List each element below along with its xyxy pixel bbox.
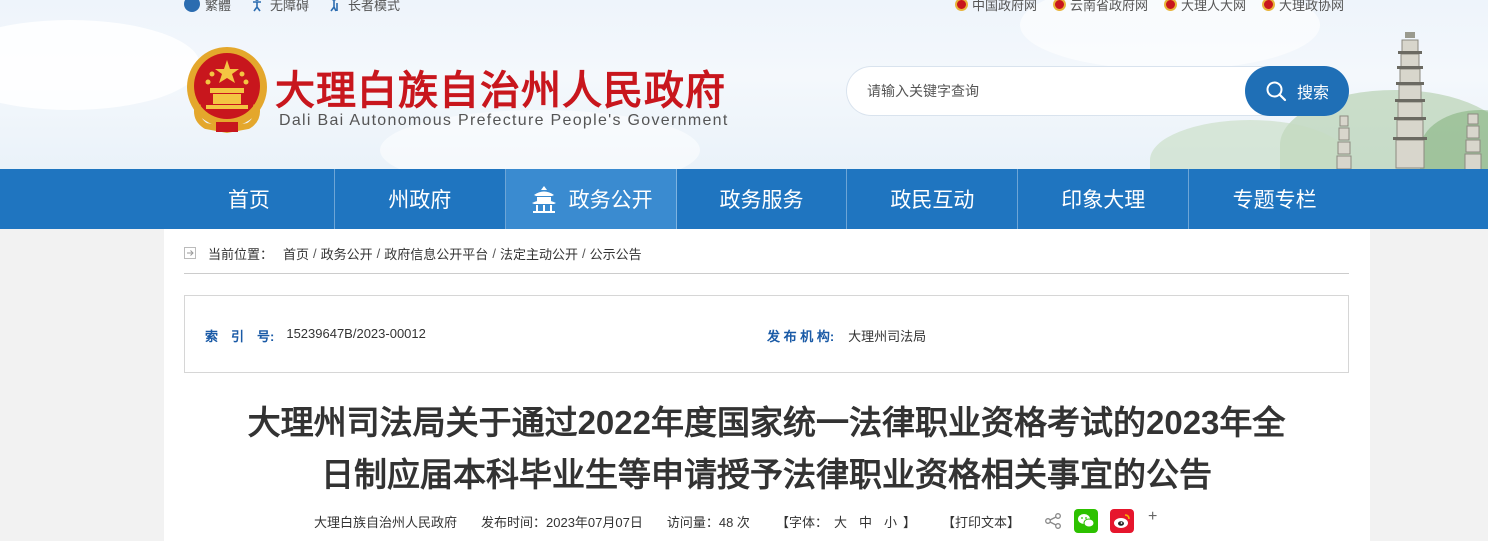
nav-item-government[interactable]: 州政府	[335, 169, 506, 229]
gov-link-dali-cppcc[interactable]: 大理政协网	[1261, 0, 1344, 14]
search-icon	[1266, 81, 1287, 102]
font-size-label: 【字体：	[775, 514, 828, 530]
globe-icon	[184, 0, 200, 12]
pavilion-icon	[531, 186, 556, 213]
index-number-row: 索 引 号: 15239647B/2023-00012	[205, 326, 426, 345]
breadcrumb: 当前位置： 首页 / 政务公开 / 政府信息公开平台 / 法定主动公开 / 公示…	[184, 243, 642, 263]
font-size-small[interactable]: 小	[884, 512, 897, 531]
article-source: 大理白族自治州人民政府	[314, 514, 458, 530]
gov-link-label: 中国政府网	[971, 0, 1037, 13]
breadcrumb-link-home[interactable]: 首页	[283, 244, 309, 263]
small-pagoda-illustration	[1464, 113, 1482, 169]
article-title-line: 大理州司法局关于通过2022年度国家统一法律职业资格考试的2023年全	[247, 404, 1286, 441]
gov-link-label: 大理人大网	[1180, 0, 1246, 13]
share-glyph	[1045, 513, 1061, 529]
print-button[interactable]: 【打印文本】	[942, 512, 1020, 531]
article-title-line: 日制应届本科毕业生等申请授予法律职业资格相关事宜的公告	[321, 456, 1212, 493]
breadcrumb-separator: /	[581, 245, 586, 261]
national-emblem-icon	[1261, 0, 1275, 11]
national-emblem-icon	[954, 0, 968, 11]
national-emblem-icon	[1163, 0, 1177, 11]
index-number-value: 15239647B/2023-00012	[286, 326, 426, 341]
site-subtitle: Dali Bai Autonomous Prefecture People's …	[279, 112, 729, 129]
gov-link-china[interactable]: 中国政府网	[954, 0, 1037, 14]
elder-mode-label: 长者模式	[348, 0, 401, 13]
gov-link-label: 大理政协网	[1278, 0, 1344, 13]
small-pagoda-illustration	[1336, 115, 1352, 169]
nav-label: 首页	[227, 189, 270, 212]
site-header: 繁體 无障碍 长者模式 中国政府网 云南省政府网 大理人大网 大理政协网 大理白…	[0, 0, 1488, 169]
traditional-chinese-label: 繁體	[205, 0, 232, 13]
publisher-row: 发 布 机 构: 大理州司法局	[767, 326, 926, 345]
nav-label: 印象大理	[1061, 189, 1146, 212]
gov-site-links: 中国政府网 云南省政府网 大理人大网 大理政协网	[954, 0, 1344, 14]
breadcrumb-link-info-platform[interactable]: 政府信息公开平台	[384, 244, 488, 263]
national-emblem-icon	[1052, 0, 1066, 11]
breadcrumb-separator: /	[376, 245, 381, 261]
nav-label: 政务公开	[568, 189, 653, 212]
publisher-value: 大理州司法局	[848, 329, 927, 344]
nav-item-interaction[interactable]: 政民互动	[847, 169, 1019, 229]
main-nav: 首页 州政府 政务公开 政务服务 政民互动 印象大理 专题专栏	[0, 169, 1488, 229]
article-title: 大理州司法局关于通过2022年度国家统一法律职业资格考试的2023年全 日制应届…	[184, 397, 1349, 501]
article-container: 当前位置： 首页 / 政务公开 / 政府信息公开平台 / 法定主动公开 / 公示…	[164, 229, 1370, 541]
article-info-bar: 大理白族自治州人民政府 发布时间：2023年07月07日 访问量：48 次 【字…	[314, 508, 1157, 533]
breadcrumb-link-gov-affairs[interactable]: 政务公开	[321, 244, 373, 263]
publish-date: 发布时间：2023年07月07日	[481, 514, 643, 530]
accessibility-icon	[253, 0, 262, 12]
divider	[184, 273, 1349, 274]
nav-label: 专题专栏	[1232, 189, 1317, 212]
breadcrumb-link-statutory[interactable]: 法定主动公开	[500, 244, 578, 263]
cloud-decoration	[0, 20, 200, 110]
search-input[interactable]	[846, 66, 1246, 116]
wechat-share-icon[interactable]	[1074, 509, 1099, 533]
location-icon	[184, 247, 196, 259]
gov-link-dali-npc[interactable]: 大理人大网	[1163, 0, 1246, 14]
elder-mode-link[interactable]: 长者模式	[327, 0, 400, 14]
nav-item-gov-services[interactable]: 政务服务	[677, 169, 848, 229]
breadcrumb-link-announcements[interactable]: 公示公告	[590, 244, 642, 263]
nav-label: 州政府	[388, 189, 452, 212]
weibo-share-icon[interactable]	[1110, 509, 1135, 533]
nav-item-home[interactable]: 首页	[164, 169, 335, 229]
nav-item-special-topics[interactable]: 专题专栏	[1189, 169, 1360, 229]
breadcrumb-label: 当前位置：	[208, 246, 274, 262]
gov-link-label: 云南省政府网	[1069, 0, 1148, 13]
gov-link-yunnan[interactable]: 云南省政府网	[1052, 0, 1148, 14]
breadcrumb-separator: /	[313, 245, 317, 261]
nav-label: 政民互动	[890, 189, 975, 212]
accessibility-link[interactable]: 无障碍	[249, 0, 309, 14]
traditional-chinese-link[interactable]: 繁體	[184, 0, 231, 14]
pagoda-illustration	[1393, 32, 1427, 169]
share-icon[interactable]	[1044, 512, 1062, 530]
search-button-label: 搜索	[1296, 85, 1329, 102]
publisher-label: 发 布 机 构:	[767, 329, 835, 344]
index-number-label: 索 引 号:	[205, 329, 275, 344]
wechat-glyph	[1078, 514, 1095, 528]
font-size-bracket: 】	[903, 514, 917, 530]
nav-item-gov-affairs-open[interactable]: 政务公开	[505, 169, 677, 229]
font-size-large[interactable]: 大	[834, 512, 847, 531]
nav-item-impression-dali[interactable]: 印象大理	[1018, 169, 1190, 229]
search-box: 搜索	[846, 66, 1349, 116]
site-title: 大理白族自治州人民政府	[275, 69, 726, 113]
view-count: 访问量：48 次	[666, 514, 750, 530]
national-emblem-logo[interactable]	[184, 44, 270, 134]
document-meta-box: 索 引 号: 15239647B/2023-00012 发 布 机 构: 大理州…	[184, 295, 1349, 373]
weibo-glyph	[1114, 514, 1130, 528]
breadcrumb-separator: /	[492, 245, 496, 261]
font-size-medium[interactable]: 中	[859, 512, 872, 531]
nav-label: 政务服务	[719, 189, 804, 212]
search-button[interactable]: 搜索	[1245, 66, 1349, 116]
more-share-button[interactable]: +	[1148, 508, 1157, 526]
accessibility-label: 无障碍	[270, 0, 310, 13]
top-utility-links: 繁體 无障碍 长者模式	[184, 0, 400, 14]
elder-icon	[330, 0, 338, 12]
